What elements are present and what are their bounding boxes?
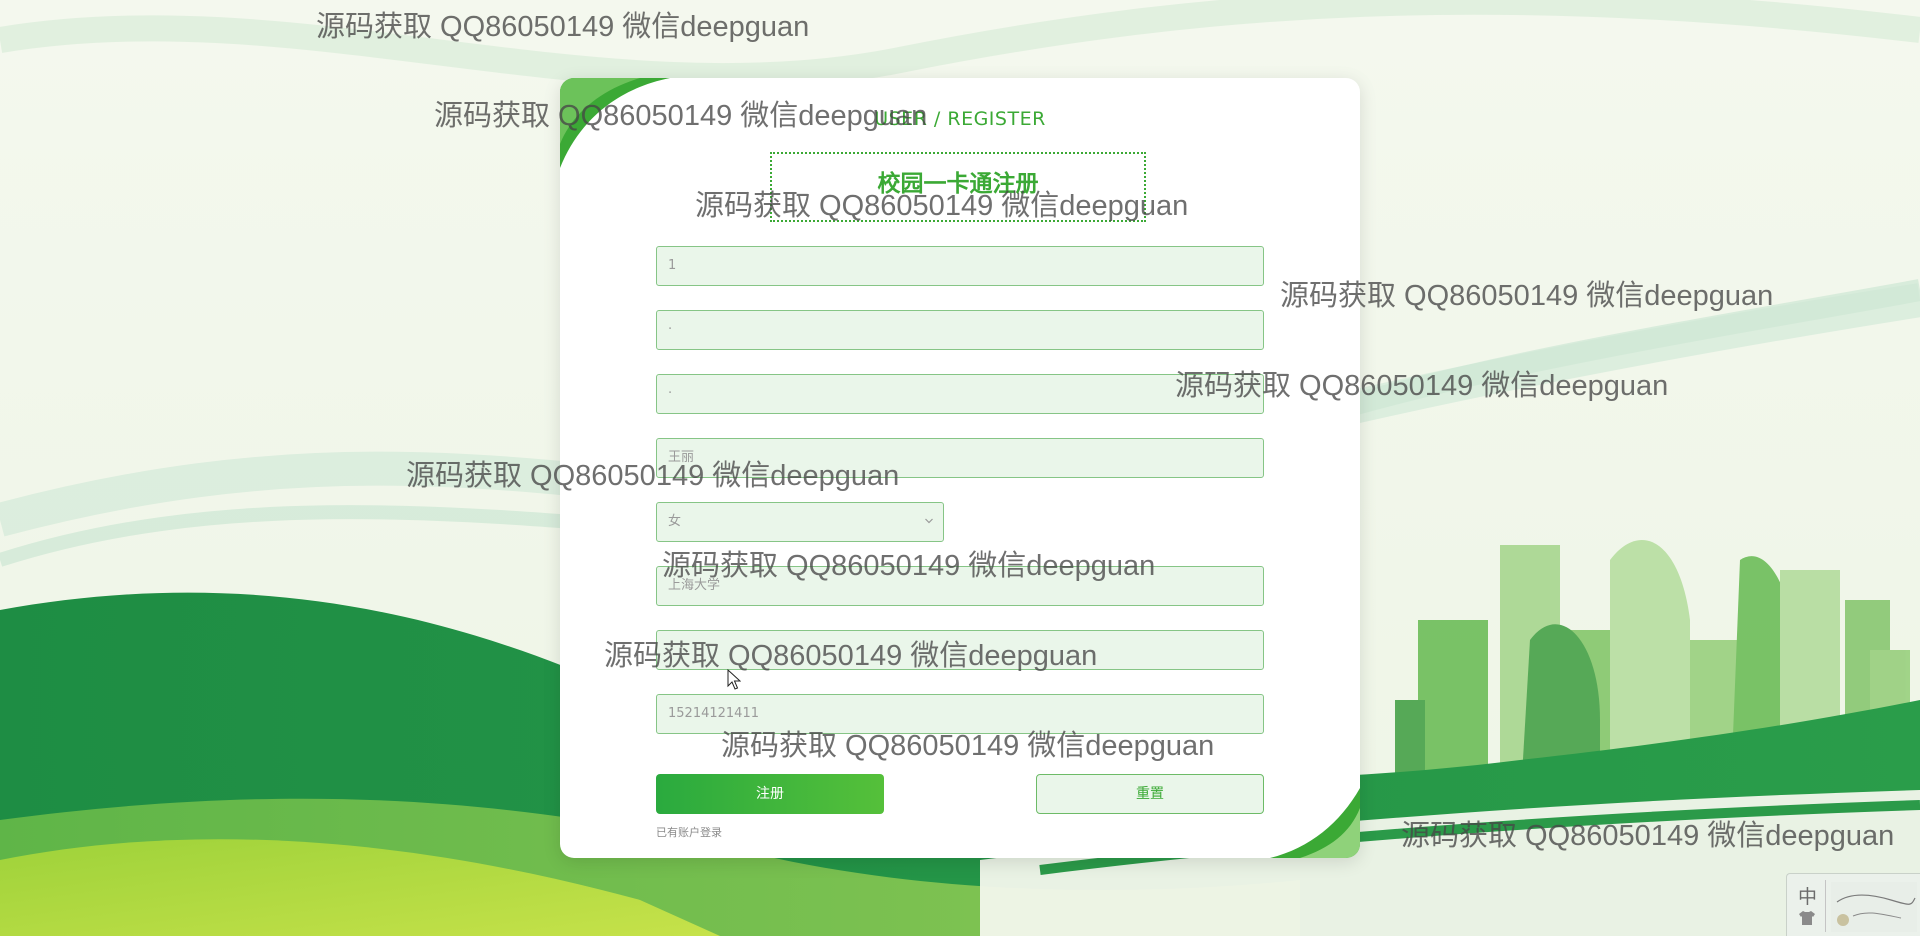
register-button[interactable]: 注册 [656, 774, 884, 814]
school-field[interactable]: 上海大学 [656, 566, 1264, 606]
ime-mode-toggle[interactable]: 中 [1798, 882, 1817, 909]
title-box: 校园一卡通注册 [770, 152, 1146, 222]
page-title: 校园一卡通注册 [877, 171, 1039, 197]
phone-field[interactable]: 15214121411 [656, 694, 1264, 734]
chevron-down-icon [925, 518, 933, 524]
class-field[interactable] [656, 630, 1264, 670]
shirt-icon[interactable] [1797, 910, 1817, 926]
ime-toolbar[interactable]: 中 [1786, 873, 1920, 936]
password-field[interactable]: · [656, 310, 1264, 350]
ime-divider [1825, 880, 1826, 932]
register-subtitle: USER / REGISTER [874, 108, 1046, 130]
confirm-password-field[interactable]: · [656, 374, 1264, 414]
username-field[interactable]: 1 [656, 246, 1264, 286]
gender-selected-value: 女 [668, 514, 682, 529]
mouse-cursor-icon [727, 669, 741, 690]
ime-skin-icon [1831, 882, 1917, 932]
reset-button[interactable]: 重置 [1036, 774, 1264, 814]
gender-select[interactable]: 女 [656, 502, 944, 542]
realname-field[interactable]: 王丽 [656, 438, 1264, 478]
login-link[interactable]: 已有账户登录 [656, 824, 722, 840]
register-card: USER / REGISTER 校园一卡通注册 1 · · 王丽 女 上海大学 … [560, 78, 1360, 858]
card-corner-decoration [1270, 788, 1360, 858]
